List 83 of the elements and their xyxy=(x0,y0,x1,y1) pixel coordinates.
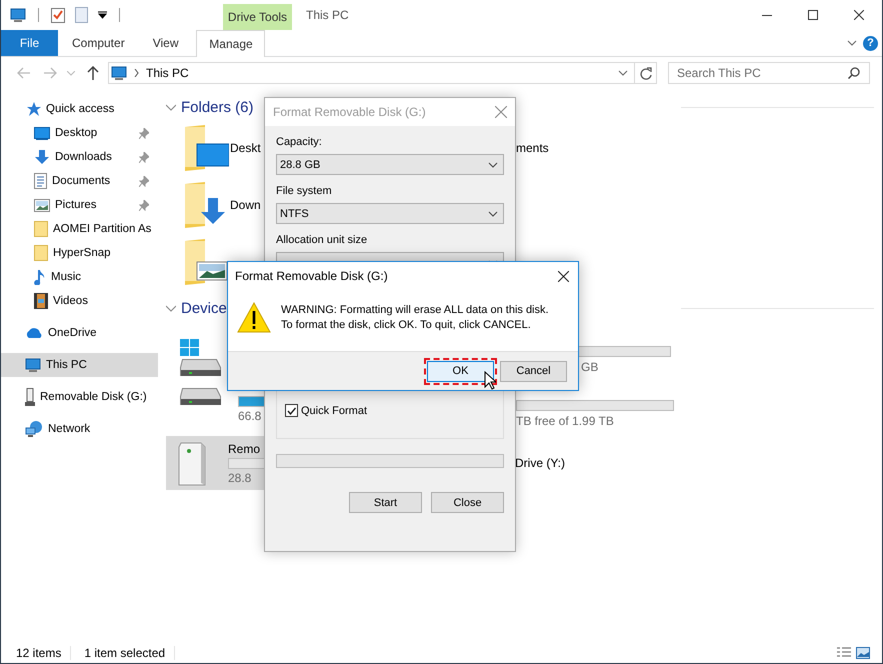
dropdown-chevron-icon xyxy=(488,210,498,216)
drive-free-space: GB xyxy=(581,360,600,374)
drive-free-space: 28.8 xyxy=(228,470,252,484)
large-icons-view-icon[interactable] xyxy=(856,646,870,658)
monitor-icon xyxy=(34,126,50,140)
field-label: Capacity: xyxy=(276,136,323,150)
computer-icon xyxy=(25,358,41,372)
checkbox-label: Quick Format xyxy=(301,404,368,416)
up-arrow-icon[interactable] xyxy=(87,66,99,80)
cloud-icon xyxy=(25,327,43,339)
maximize-icon xyxy=(808,10,818,20)
section-title: Device xyxy=(181,300,227,316)
star-icon xyxy=(25,101,41,117)
folder-name[interactable]: Deskt xyxy=(230,140,261,154)
search-field[interactable]: Search This PC xyxy=(668,62,870,84)
folder-icon xyxy=(34,221,48,237)
dropdown-arrow-icon[interactable] xyxy=(98,11,107,19)
computer-icon xyxy=(10,8,26,22)
address-bar[interactable]: This PC xyxy=(108,62,635,84)
checkbox[interactable] xyxy=(285,404,298,417)
checkmark-icon xyxy=(287,406,296,414)
section-title: Folders (6) xyxy=(181,98,254,116)
address-history-icon[interactable] xyxy=(618,70,628,76)
warning-message: WARNING: Formatting will erase ALL data on this disk. To format the disk, click OK. To quit, click CANCEL. xyxy=(281,302,549,332)
picture-icon xyxy=(34,198,50,212)
refresh-icon xyxy=(640,66,652,80)
folder-icon xyxy=(34,245,48,261)
computer-icon xyxy=(111,66,127,80)
status-text: 1 item selected xyxy=(84,646,166,660)
sidebar-item[interactable]: AOMEI Partition As xyxy=(1,217,158,241)
dialog-title: Format Removable Disk (G:) xyxy=(235,269,388,283)
drive-name: Drive (Y:) xyxy=(515,456,566,470)
dropdown[interactable]: NTFS xyxy=(276,203,504,224)
sidebar-item[interactable]: This PC xyxy=(1,353,158,377)
minimize-icon xyxy=(762,14,772,16)
sidebar-item[interactable]: Music xyxy=(1,265,158,289)
sidebar-item[interactable]: OneDrive xyxy=(1,321,158,345)
field-label: File system xyxy=(276,185,333,199)
ribbon-tab[interactable]: Manage xyxy=(196,30,266,57)
close-icon[interactable] xyxy=(558,270,569,282)
drive-name: Remo xyxy=(228,442,260,456)
folder-name[interactable]: ments xyxy=(516,140,549,154)
ribbon-tab[interactable]: Computer xyxy=(58,30,139,56)
dropdown-chevron-icon xyxy=(488,162,498,168)
refresh-button[interactable] xyxy=(635,62,657,84)
sidebar-item[interactable]: Videos xyxy=(1,289,158,313)
drive-free-space: 66.8 xyxy=(238,409,262,423)
network-icon xyxy=(25,421,43,437)
field-label: Allocation unit size xyxy=(276,234,368,248)
sidebar-item[interactable]: Documents xyxy=(1,169,158,193)
collapse-chevron-icon[interactable] xyxy=(166,102,176,112)
context-tab-header: Drive Tools xyxy=(223,4,292,30)
folder-name[interactable]: Down xyxy=(230,198,261,212)
status-text: 12 items xyxy=(16,646,62,660)
sidebar-item[interactable]: Network xyxy=(1,417,158,441)
usb-drive-icon xyxy=(25,388,35,406)
music-note-icon xyxy=(34,269,46,285)
expand-ribbon-icon[interactable] xyxy=(847,40,857,46)
film-icon xyxy=(34,293,48,309)
sidebar-item[interactable]: HyperSnap xyxy=(1,241,158,265)
ribbon-tab[interactable]: View xyxy=(138,30,192,56)
sidebar-item[interactable]: Desktop xyxy=(1,121,158,145)
help-button[interactable]: ? xyxy=(863,36,878,50)
breadcrumb-chevron-icon xyxy=(134,69,139,77)
download-arrow-icon xyxy=(34,149,50,165)
collapse-chevron-icon[interactable] xyxy=(166,303,176,313)
warning-icon xyxy=(237,302,271,333)
clipboard-check-icon[interactable] xyxy=(51,7,65,23)
sidebar-item[interactable]: Pictures xyxy=(1,193,158,217)
drive-free-space: TB free of 1.99 TB xyxy=(516,414,615,428)
sidebar-item[interactable]: Removable Disk (G:) xyxy=(1,385,158,409)
details-view-icon[interactable] xyxy=(837,646,851,658)
close-icon xyxy=(854,10,864,20)
dialog-button[interactable]: Close xyxy=(431,492,504,513)
dialog-button[interactable]: Start xyxy=(349,492,422,513)
dropdown[interactable]: 28.8 GB xyxy=(276,154,504,175)
sidebar-item[interactable]: Downloads xyxy=(1,145,158,169)
window-title: This PC xyxy=(306,8,349,22)
document-icon xyxy=(34,173,47,189)
file-menu-button[interactable]: File xyxy=(1,30,58,56)
sidebar-item[interactable]: Quick access xyxy=(1,97,158,121)
dialog-title: Format Removable Disk (G:) xyxy=(273,105,426,119)
dialog-button[interactable]: Cancel xyxy=(500,360,567,382)
